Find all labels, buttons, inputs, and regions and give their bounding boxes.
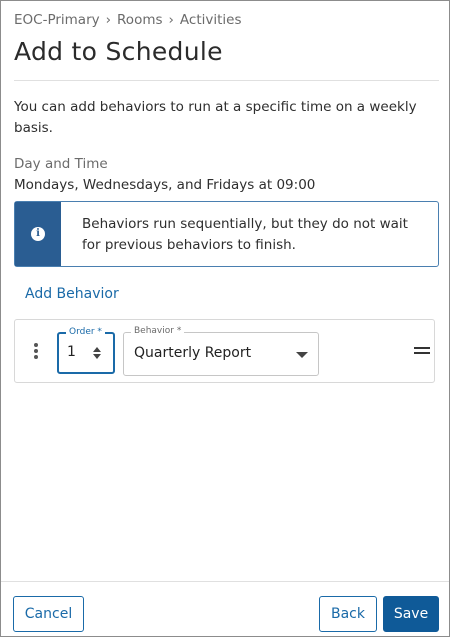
page-description: You can add behaviors to run at a specif…: [14, 99, 417, 136]
breadcrumb-item-activities[interactable]: Activities: [180, 12, 242, 28]
day-time-label: Day and Time: [14, 156, 108, 172]
save-button[interactable]: Save: [383, 596, 439, 632]
increment-icon[interactable]: [93, 347, 101, 352]
behavior-value: Quarterly Report: [134, 345, 252, 361]
info-banner-bar: i: [15, 202, 61, 266]
behavior-label: Behavior *: [131, 325, 185, 337]
footer-divider: [1, 581, 449, 582]
chevron-down-icon[interactable]: [296, 352, 308, 358]
order-value[interactable]: 1: [67, 344, 76, 360]
info-icon: i: [31, 227, 45, 241]
breadcrumb: EOC-Primary › Rooms › Activities: [14, 12, 242, 28]
back-button[interactable]: Back: [319, 596, 377, 632]
order-label: Order *: [66, 326, 105, 338]
decrement-icon[interactable]: [93, 354, 101, 359]
info-banner-text: Behaviors run sequentially, but they do …: [82, 216, 408, 253]
day-time-value: Mondays, Wednesdays, and Fridays at 09:0…: [14, 177, 316, 193]
behavior-row: Order * 1 Behavior * Quarterly Report: [14, 319, 435, 383]
page-title: Add to Schedule: [14, 37, 223, 66]
info-banner: i Behaviors run sequentially, but they d…: [14, 201, 439, 267]
more-options-icon[interactable]: [34, 343, 39, 361]
breadcrumb-item-rooms[interactable]: Rooms: [117, 12, 162, 28]
order-stepper[interactable]: Order * 1: [57, 326, 115, 374]
stepper-arrows-icon[interactable]: [93, 347, 103, 359]
add-to-schedule-dialog: EOC-Primary › Rooms › Activities Add to Sche…: [0, 0, 450, 637]
breadcrumb-separator: ›: [168, 12, 174, 28]
title-divider: [14, 80, 439, 81]
breadcrumb-separator: ›: [105, 12, 112, 28]
add-behavior-link[interactable]: Add Behavior: [25, 286, 119, 302]
cancel-button[interactable]: Cancel: [13, 596, 84, 632]
breadcrumb-item-eoc-primary[interactable]: EOC-Primary: [14, 12, 100, 28]
behavior-select[interactable]: Behavior * Quarterly Report: [123, 325, 319, 376]
drag-handle-icon[interactable]: [414, 347, 430, 357]
